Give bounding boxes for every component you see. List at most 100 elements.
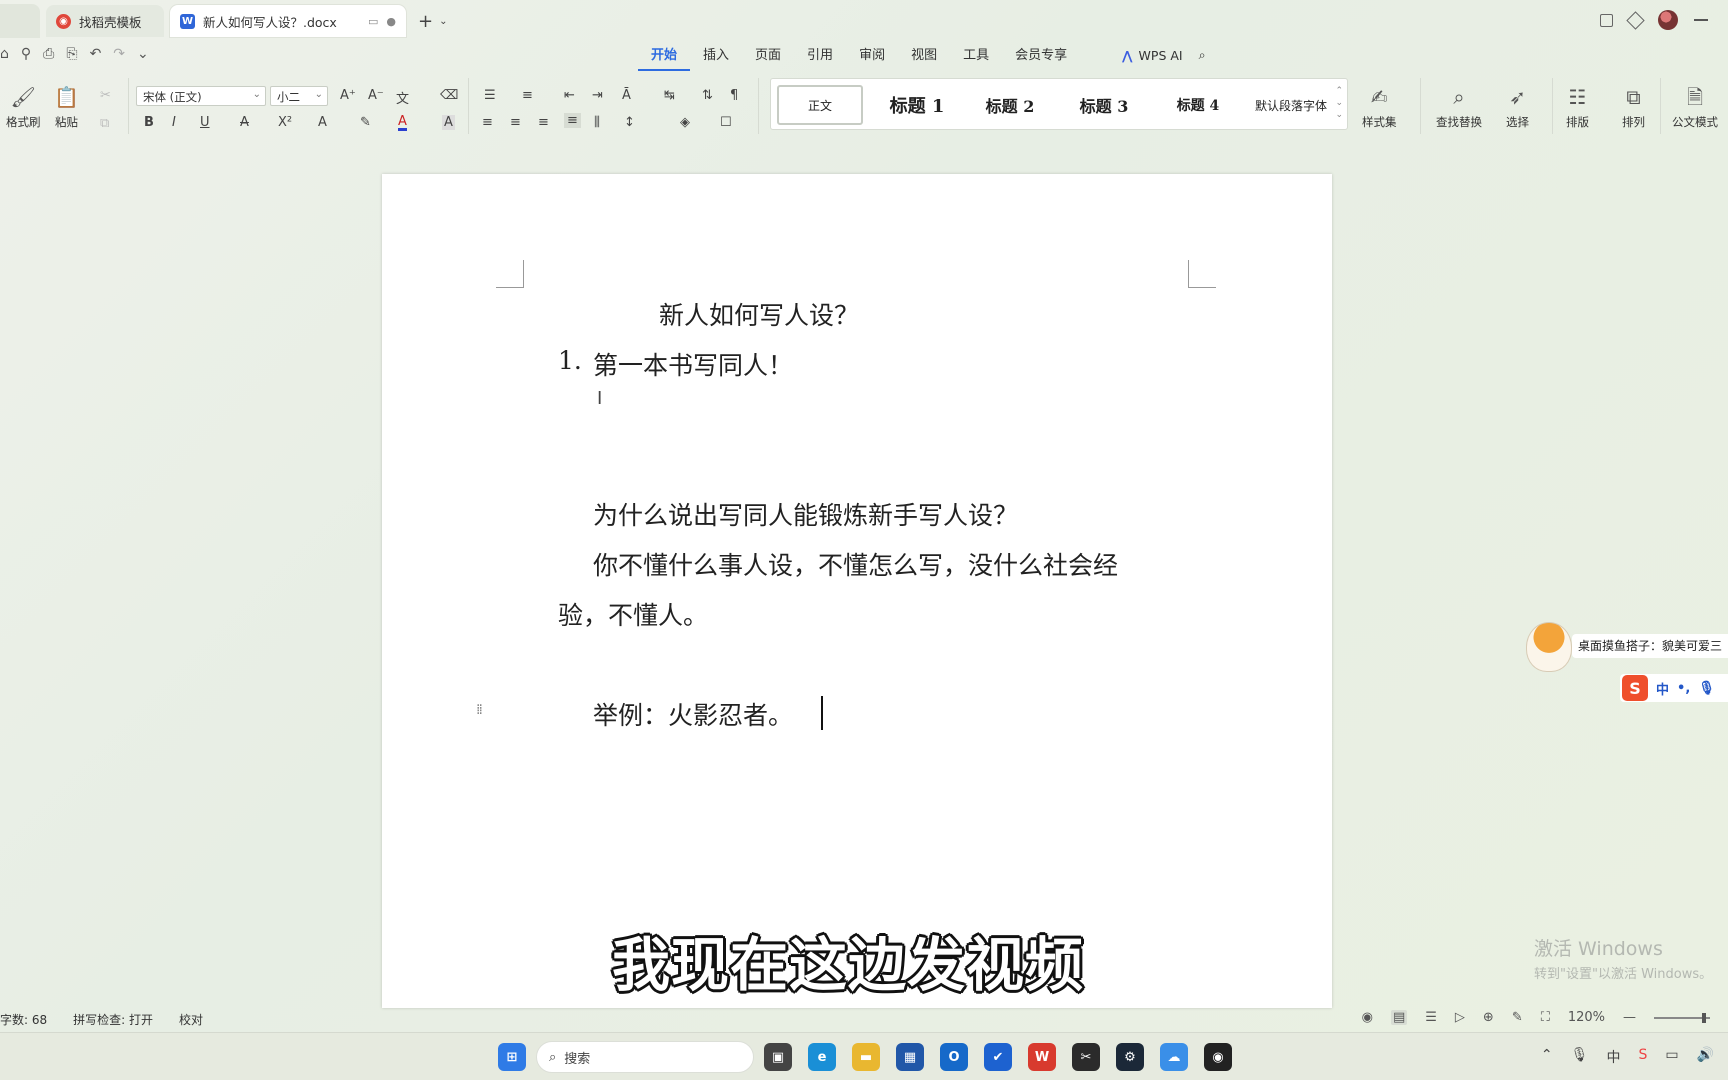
increase-font-icon[interactable]: A⁺ — [340, 88, 356, 103]
app-icon[interactable]: ✔ — [984, 1043, 1012, 1071]
style-heading-3[interactable]: 标题 3 — [1059, 85, 1149, 125]
eye-icon[interactable]: ◉ — [1362, 1010, 1373, 1025]
decrease-indent-icon[interactable]: ⇤ — [564, 88, 575, 103]
search-icon[interactable]: ⌕ — [1199, 47, 1206, 63]
menu-insert[interactable]: 插入 — [690, 47, 742, 71]
ime-toolbar[interactable]: S 中 •, 🎙 — [1620, 674, 1728, 702]
clear-format-icon[interactable]: ⌫ — [440, 88, 458, 103]
font-color-icon[interactable]: A — [398, 115, 407, 131]
home-icon[interactable]: ⌂ — [0, 46, 9, 62]
align-left-icon[interactable]: ≡ — [482, 115, 493, 130]
tab-document[interactable]: W 新人如何写人设？.docx ▭ ● — [170, 5, 406, 37]
minimize-icon[interactable] — [1694, 19, 1708, 21]
align-right-icon[interactable]: ≡ — [538, 115, 549, 130]
web-view-icon[interactable]: ⊕ — [1483, 1010, 1494, 1025]
undo-icon[interactable]: ↶ — [90, 46, 102, 62]
increase-indent-icon[interactable]: ⇥ — [592, 88, 603, 103]
style-heading-4[interactable]: 标题 4 — [1153, 85, 1243, 125]
arrange-button[interactable]: ⧉ 排列 — [1622, 86, 1645, 130]
tab-daoke-templates[interactable]: ◉ 找稻壳模板 — [46, 5, 164, 37]
text-direction-icon[interactable]: Ā — [622, 88, 631, 103]
menu-member[interactable]: 会员专享 — [1002, 47, 1080, 71]
style-normal[interactable]: 正文 — [777, 85, 863, 125]
mascot-message[interactable]: 桌面摸鱼搭子：貌美可爱三 — [1572, 634, 1728, 658]
outlook-icon[interactable]: O — [940, 1043, 968, 1071]
font-size-select[interactable]: 小二 ⌄ — [270, 86, 328, 106]
ime-language[interactable]: 中 — [1656, 679, 1669, 698]
fit-screen-icon[interactable]: ⛶ — [1541, 1010, 1550, 1025]
avatar[interactable] — [1658, 10, 1678, 30]
list-item-text[interactable]: 第一本书写同人！ — [593, 346, 793, 382]
paste-button[interactable]: 📋 粘贴 — [54, 86, 79, 130]
tab-window-icon[interactable]: ▭ — [368, 15, 378, 28]
paragraph[interactable]: 举例：火影忍者。 — [593, 696, 793, 732]
layout-button[interactable]: ☷ 排版 — [1566, 86, 1589, 130]
tab-stub[interactable] — [0, 4, 40, 38]
find-replace-button[interactable]: ⌕ 查找替换 — [1436, 86, 1482, 130]
menu-view[interactable]: 视图 — [898, 47, 950, 71]
proofread-button[interactable]: 校对 — [179, 1011, 203, 1028]
obs-icon[interactable]: ◉ — [1204, 1043, 1232, 1071]
align-center-icon[interactable]: ≡ — [510, 115, 521, 130]
select-button[interactable]: ➶ 选择 — [1506, 86, 1529, 130]
outline-view-icon[interactable]: ☰ — [1425, 1010, 1437, 1025]
style-heading-2[interactable]: 标题 2 — [965, 85, 1055, 125]
microphone-icon[interactable]: 🎙 — [1571, 1047, 1589, 1067]
menu-review[interactable]: 审阅 — [846, 47, 898, 71]
paragraph[interactable]: 为什么说出写同人能锻炼新手写人设？ — [593, 496, 1018, 532]
underline-icon[interactable]: U — [200, 115, 210, 130]
steam-icon[interactable]: ⚙ — [1116, 1043, 1144, 1071]
justify-icon[interactable]: ≡ — [564, 113, 581, 128]
char-shading-icon[interactable]: A — [442, 115, 455, 130]
punctuation-icon[interactable]: •, — [1677, 681, 1690, 696]
show-marks-icon[interactable]: ¶ — [730, 88, 738, 103]
tab-unsaved-dot-icon[interactable]: ● — [386, 15, 396, 28]
paragraph[interactable]: 你不懂什么事人设，不懂怎么写，没什么社会经 — [593, 546, 1118, 582]
phonetic-icon[interactable]: 文 — [396, 88, 409, 107]
line-break-icon[interactable]: ↹ — [664, 88, 675, 103]
number-list-icon[interactable]: ≡ — [522, 88, 533, 103]
pen-icon[interactable]: ✎ — [1512, 1010, 1523, 1025]
window-layout-icon[interactable] — [1600, 13, 1613, 27]
shading-icon[interactable]: ◈ — [680, 115, 690, 130]
wps-ai-button[interactable]: ⋀ WPS AI ⌕ — [1122, 47, 1206, 63]
task-view-icon[interactable]: ▣ — [764, 1043, 792, 1071]
print-icon[interactable]: ⎙ — [43, 46, 54, 62]
menu-page[interactable]: 页面 — [742, 47, 794, 71]
superscript-icon[interactable]: X² — [278, 115, 292, 130]
sogou-icon[interactable]: S — [1622, 675, 1648, 701]
doc-title[interactable]: 新人如何写人设？ — [659, 296, 859, 332]
play-icon[interactable]: ▷ — [1455, 1010, 1465, 1025]
file-explorer-icon[interactable]: ▬ — [852, 1043, 880, 1071]
cube-icon[interactable] — [1626, 10, 1645, 30]
sogou-tray-icon[interactable]: S — [1638, 1047, 1647, 1067]
zoom-out-icon[interactable]: — — [1623, 1010, 1636, 1025]
ime-tray-icon[interactable]: 中 — [1606, 1047, 1620, 1067]
chevron-down-icon[interactable]: ⌄ — [137, 46, 149, 62]
network-icon[interactable]: ▭ — [1665, 1047, 1678, 1067]
new-tab-button[interactable]: + ⌄ — [418, 11, 447, 32]
style-scroller[interactable]: ⌃ ⌄ ⌄ — [1335, 85, 1343, 121]
pin-icon[interactable]: ⚲ — [21, 46, 31, 62]
volume-icon[interactable]: 🔊 — [1697, 1047, 1714, 1067]
menu-tools[interactable]: 工具 — [950, 47, 1002, 71]
paragraph[interactable]: 验，不懂人。 — [558, 596, 708, 632]
menu-references[interactable]: 引用 — [794, 47, 846, 71]
official-mode-button[interactable]: 🗎 公文模式 — [1672, 86, 1718, 130]
word-count[interactable]: 字数: 68 — [0, 1011, 47, 1028]
copy-icon[interactable]: ⧉ — [100, 116, 109, 131]
highlight-icon[interactable]: ✎ — [360, 115, 371, 130]
capcut-icon[interactable]: ✂ — [1072, 1043, 1100, 1071]
style-default-paragraph-font[interactable]: 默认段落字体 — [1245, 85, 1337, 125]
strikethrough-icon[interactable]: A — [240, 115, 249, 130]
print-preview-icon[interactable]: ⎘ — [66, 46, 77, 62]
style-heading-1[interactable]: 标题 1 — [871, 85, 963, 125]
menu-home[interactable]: 开始 — [638, 47, 691, 71]
redo-icon[interactable]: ↷ — [113, 46, 125, 62]
store-icon[interactable]: ▦ — [896, 1043, 924, 1071]
sort-icon[interactable]: ⇅ — [702, 88, 713, 103]
cut-icon[interactable]: ✂ — [100, 88, 111, 103]
spell-check-toggle[interactable]: 拼写检查: 打开 — [73, 1011, 153, 1028]
bold-icon[interactable]: B — [144, 115, 154, 130]
format-painter-button[interactable]: 🖌 格式刷 — [6, 86, 41, 130]
